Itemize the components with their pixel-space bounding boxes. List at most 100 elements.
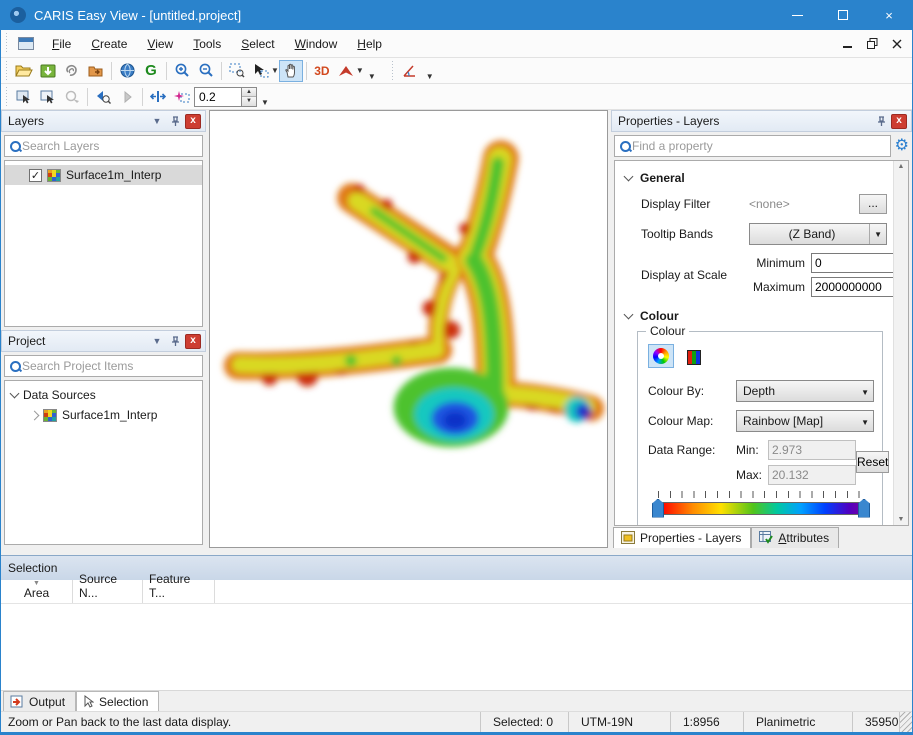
measure-angle-icon[interactable]: [398, 60, 422, 82]
pan-hand-icon[interactable]: [279, 60, 303, 82]
collapse-icon[interactable]: [624, 172, 634, 182]
panel-menu-icon[interactable]: ▼: [149, 114, 165, 129]
colour-by-label: Colour By:: [648, 384, 736, 398]
section-colour[interactable]: Colour: [625, 309, 887, 323]
scroll-up-icon[interactable]: ▲: [898, 163, 905, 170]
toolbar-overflow-icon[interactable]: ▼: [422, 72, 438, 83]
resize-grip[interactable]: [900, 712, 912, 732]
selection-table-body[interactable]: [1, 604, 912, 690]
pin-icon[interactable]: [167, 114, 183, 129]
menu-help[interactable]: Help: [347, 32, 392, 56]
project-panel-title: Project: [8, 334, 147, 348]
layer-item-surface1m[interactable]: ✓ Surface1m_Interp: [5, 165, 202, 185]
tab-properties-layers[interactable]: Properties - Layers: [613, 527, 751, 548]
flash-position-icon[interactable]: [170, 86, 194, 108]
select-disabled-icon[interactable]: [60, 86, 84, 108]
column-header-area[interactable]: ▼ Area: [1, 580, 73, 603]
project-search[interactable]: [4, 355, 203, 377]
toolbar-overflow-icon[interactable]: ▼: [364, 72, 380, 83]
pin-icon[interactable]: [167, 334, 183, 349]
scroll-down-icon[interactable]: ▼: [898, 516, 905, 523]
split-compare-icon[interactable]: [146, 86, 170, 108]
tolerance-stepper[interactable]: ▲▼: [242, 87, 257, 107]
toolbar-grip[interactable]: [4, 33, 9, 55]
panel-close-icon[interactable]: x: [891, 114, 907, 129]
select-dropdown-icon[interactable]: ▼: [271, 66, 279, 75]
tab-output[interactable]: Output: [3, 691, 76, 711]
close-button[interactable]: ×: [866, 0, 912, 30]
tolerance-input[interactable]: [194, 87, 242, 107]
previous-view-icon[interactable]: [91, 86, 115, 108]
toolbar-grip[interactable]: [390, 61, 395, 81]
zoom-out-icon[interactable]: [194, 60, 218, 82]
splitter[interactable]: [1, 548, 912, 555]
project-search-input[interactable]: [22, 359, 198, 373]
mdi-minimize-icon[interactable]: [843, 39, 853, 49]
open-file-icon[interactable]: [12, 60, 36, 82]
expander-icon[interactable]: [10, 389, 20, 399]
map-view[interactable]: [209, 110, 608, 548]
pin-icon[interactable]: [873, 114, 889, 129]
toolbar-overflow-icon[interactable]: ▼: [257, 98, 273, 109]
column-header-feature-type[interactable]: Feature T...: [143, 580, 215, 603]
globe-icon[interactable]: [115, 60, 139, 82]
gear-icon[interactable]: ⚙: [895, 138, 909, 154]
toolbar-grip[interactable]: [4, 61, 9, 81]
rgb-bands-icon[interactable]: [681, 346, 707, 370]
scale-minimum-input[interactable]: [811, 253, 893, 273]
reset-button[interactable]: Reset: [856, 451, 889, 473]
mdi-restore-icon[interactable]: [867, 38, 878, 49]
tab-selection[interactable]: Selection: [76, 691, 159, 711]
panel-close-icon[interactable]: x: [185, 114, 201, 129]
tooltip-bands-dropdown[interactable]: (Z Band) ▼: [749, 223, 887, 245]
section-general[interactable]: General: [625, 171, 887, 185]
collapse-icon[interactable]: [624, 310, 634, 320]
property-search-input[interactable]: [632, 139, 886, 153]
panel-menu-icon[interactable]: ▼: [149, 334, 165, 349]
property-search[interactable]: [614, 135, 891, 157]
colour-by-dropdown[interactable]: Depth ▼: [736, 380, 874, 402]
column-header-source-name[interactable]: Source N...: [73, 580, 143, 603]
display-filter-value: <none>: [749, 197, 790, 211]
export-folder-icon[interactable]: [84, 60, 108, 82]
north-arrow-icon[interactable]: [334, 60, 358, 82]
import-data-icon[interactable]: [36, 60, 60, 82]
menu-view[interactable]: View: [137, 32, 183, 56]
select-view-icon[interactable]: [12, 86, 36, 108]
select-cursor-icon[interactable]: [249, 60, 273, 82]
menu-window[interactable]: Window: [285, 32, 348, 56]
scale-maximum-input[interactable]: [811, 277, 893, 297]
expander-icon[interactable]: [30, 410, 40, 420]
tree-node-surface1m[interactable]: Surface1m_Interp: [5, 405, 202, 425]
layer-visibility-checkbox[interactable]: ✓: [29, 169, 42, 182]
maximize-button[interactable]: [820, 0, 866, 30]
google-earth-icon[interactable]: G: [139, 60, 163, 82]
toolbar-grip[interactable]: [4, 87, 9, 107]
colour-map-dropdown[interactable]: Rainbow [Map] ▼: [736, 410, 874, 432]
attach-file-icon[interactable]: [60, 60, 84, 82]
display-filter-browse-button[interactable]: ...: [859, 194, 887, 214]
menu-create[interactable]: Create: [81, 32, 137, 56]
zoom-area-icon[interactable]: [225, 60, 249, 82]
colour-wheel-icon[interactable]: [648, 344, 674, 368]
view-3d-icon[interactable]: 3D: [310, 60, 334, 82]
menu-select[interactable]: Select: [231, 32, 284, 56]
minimize-button[interactable]: [774, 0, 820, 30]
bathymetry-surface: [210, 111, 607, 547]
select-window-icon[interactable]: [36, 86, 60, 108]
menu-tools[interactable]: Tools: [183, 32, 231, 56]
step-up-icon[interactable]: ▲: [242, 88, 256, 97]
tab-attributes[interactable]: Attributes: [751, 527, 839, 548]
zoom-in-icon[interactable]: [170, 60, 194, 82]
layers-search-input[interactable]: [22, 139, 198, 153]
scrollbar[interactable]: ▲ ▼: [893, 161, 908, 525]
layers-search[interactable]: [4, 135, 203, 157]
panel-close-icon[interactable]: x: [185, 334, 201, 349]
next-view-icon[interactable]: [115, 86, 139, 108]
step-down-icon[interactable]: ▼: [242, 96, 256, 106]
menu-file[interactable]: File: [42, 32, 81, 56]
tree-node-data-sources[interactable]: Data Sources: [5, 385, 202, 405]
mdi-close-icon[interactable]: [892, 39, 902, 49]
north-arrow-dropdown-icon[interactable]: ▼: [356, 66, 364, 75]
layers-tree: ✓ Surface1m_Interp: [4, 160, 203, 327]
